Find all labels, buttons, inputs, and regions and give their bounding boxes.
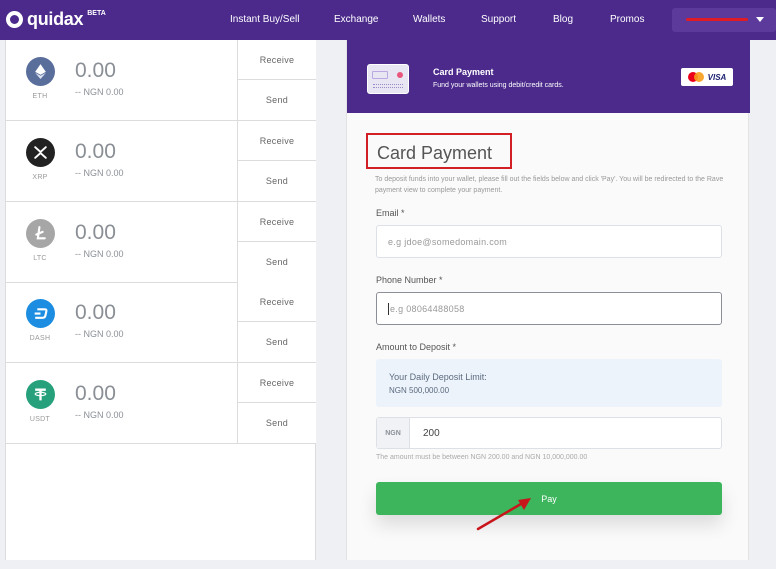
nav-wallets[interactable]: Wallets	[413, 14, 445, 25]
wallet-row-usdt: USDT 0.00 -- NGN 0.00 Receive Send	[6, 363, 316, 444]
panel-header-subtitle: Fund your wallets using debit/credit car…	[433, 82, 564, 89]
receive-button[interactable]: Receive	[237, 363, 316, 403]
wallet-row-xrp: XRP 0.00 -- NGN 0.00 Receive Send	[6, 121, 316, 202]
send-button[interactable]: Send	[237, 322, 316, 362]
quidax-logo-icon	[6, 11, 23, 28]
amount-hint: The amount must be between NGN 200.00 an…	[376, 454, 588, 461]
visa-logo: VISA	[707, 72, 727, 82]
nav-exchange[interactable]: Exchange	[334, 14, 378, 25]
send-button[interactable]: Send	[237, 242, 316, 282]
coin-symbol: XRP	[32, 174, 48, 181]
redacted-username	[686, 18, 748, 21]
email-field[interactable]: e.g jdoe@somedomain.com	[376, 225, 722, 258]
coin-balance: 0.00	[75, 301, 116, 324]
user-menu[interactable]	[672, 8, 776, 32]
coin-symbol: ETH	[32, 93, 48, 100]
card-payment-panel: Card Payment Fund your wallets using deb…	[346, 40, 750, 560]
text-cursor	[388, 302, 389, 315]
quidax-logo[interactable]: quidax BETA	[6, 9, 106, 30]
nav-blog[interactable]: Blog	[553, 14, 573, 25]
amount-input-group: NGN 200	[376, 417, 722, 449]
email-label: Email *	[376, 208, 405, 218]
form-title: Card Payment	[377, 143, 493, 163]
amount-label: Amount to Deposit *	[376, 342, 457, 352]
ethereum-icon	[26, 57, 55, 86]
coin-balance: 0.00	[75, 59, 116, 82]
phone-field[interactable]: e.g 08064488058	[376, 292, 722, 325]
mastercard-icon	[687, 72, 704, 82]
wallet-list: ETH 0.00 -- NGN 0.00 Receive Send XRP 0.…	[5, 40, 316, 560]
email-placeholder: e.g jdoe@somedomain.com	[388, 236, 508, 247]
deposit-limit-value: NGN 500,000.00	[389, 386, 450, 395]
currency-addon: NGN	[377, 418, 410, 448]
card-brands-badge: VISA	[681, 68, 733, 86]
coin-symbol: LTC	[33, 255, 47, 262]
panel-header-title: Card Payment	[433, 67, 494, 77]
fiat-balance: -- NGN 0.00	[75, 168, 124, 178]
coin-symbol: DASH	[29, 335, 51, 342]
receive-button[interactable]: Receive	[237, 40, 316, 80]
nav-support[interactable]: Support	[481, 14, 516, 25]
wallet-row-dash: DASH 0.00 -- NGN 0.00 Receive Send	[6, 282, 316, 363]
pay-button[interactable]: Pay	[376, 482, 722, 515]
receive-button[interactable]: Receive	[237, 282, 316, 322]
litecoin-icon	[26, 219, 55, 248]
receive-button[interactable]: Receive	[237, 121, 316, 161]
coin-balance: 0.00	[75, 221, 116, 244]
fiat-balance: -- NGN 0.00	[75, 87, 124, 97]
wallet-row-ltc: LTC 0.00 -- NGN 0.00 Receive Send	[6, 202, 316, 283]
xrp-icon	[26, 138, 55, 167]
send-button[interactable]: Send	[237, 161, 316, 201]
amount-input[interactable]: 200	[423, 428, 440, 439]
nav-promos[interactable]: Promos	[610, 14, 644, 25]
fiat-balance: -- NGN 0.00	[75, 410, 124, 420]
form-title-highlight: Card Payment	[366, 133, 512, 169]
wallet-row-eth: ETH 0.00 -- NGN 0.00 Receive Send	[6, 40, 316, 121]
caret-down-icon	[756, 17, 764, 22]
top-navbar: quidax BETA Instant Buy/Sell Exchange Wa…	[0, 0, 776, 40]
logo-text: quidax	[27, 9, 84, 29]
coin-balance: 0.00	[75, 140, 116, 163]
send-button[interactable]: Send	[237, 80, 316, 120]
beta-badge: BETA	[87, 10, 106, 17]
receive-button[interactable]: Receive	[237, 202, 316, 242]
fiat-balance: -- NGN 0.00	[75, 249, 124, 259]
annotation-arrow-icon	[476, 498, 531, 531]
deposit-limit-title: Your Daily Deposit Limit:	[389, 372, 487, 382]
send-button[interactable]: Send	[237, 403, 316, 443]
tether-icon	[26, 380, 55, 409]
deposit-limit-box: Your Daily Deposit Limit: NGN 500,000.00	[376, 359, 722, 407]
phone-placeholder: e.g 08064488058	[390, 303, 465, 314]
nav-instant-buy-sell[interactable]: Instant Buy/Sell	[230, 14, 299, 25]
form-description: To deposit funds into your wallet, pleas…	[375, 176, 724, 194]
phone-label: Phone Number *	[376, 275, 443, 285]
coin-balance: 0.00	[75, 382, 116, 405]
panel-header: Card Payment Fund your wallets using deb…	[347, 40, 750, 113]
fiat-balance: -- NGN 0.00	[75, 329, 124, 339]
credit-card-icon	[367, 64, 409, 94]
coin-symbol: USDT	[29, 416, 51, 423]
dash-icon	[26, 299, 55, 328]
